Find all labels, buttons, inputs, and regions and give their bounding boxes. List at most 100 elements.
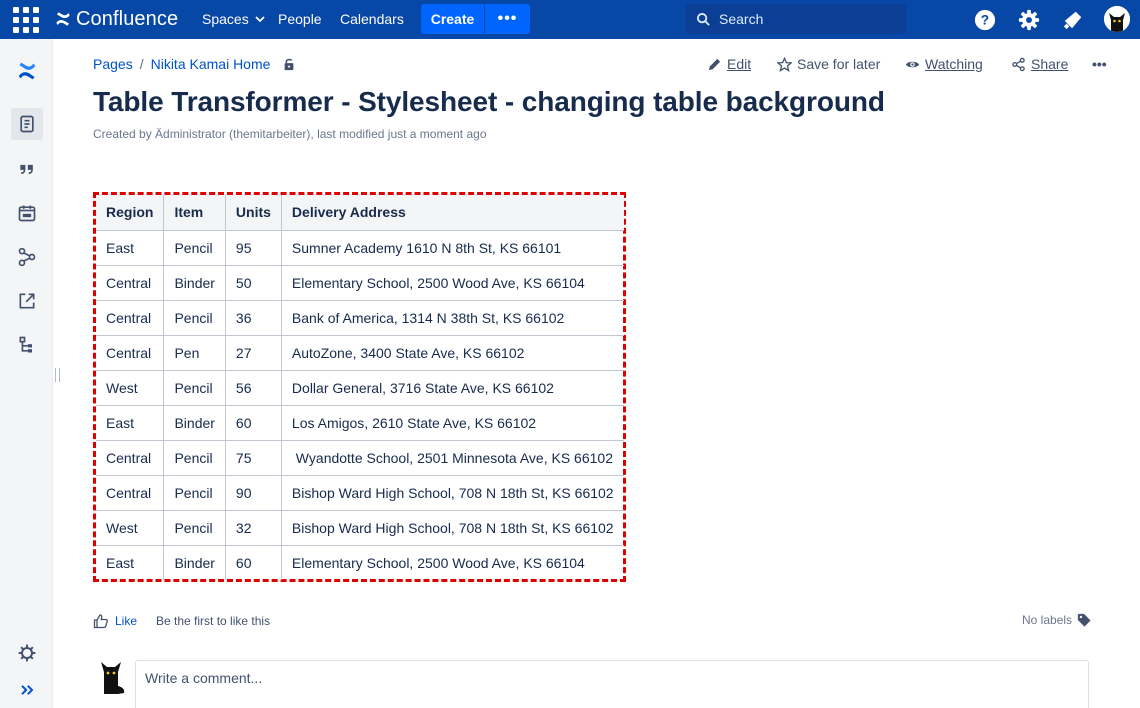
megaphone-icon[interactable]	[1061, 8, 1085, 32]
labels-text: No labels	[1022, 613, 1073, 627]
search-input[interactable]: Search	[686, 4, 906, 34]
eye-icon	[905, 61, 920, 67]
table-cell: Pencil	[163, 509, 226, 546]
search-icon	[696, 12, 710, 26]
thumbs-up-icon[interactable]	[93, 613, 109, 629]
like-section: Like Be the first to like this	[93, 613, 270, 629]
table-cell: Central	[96, 264, 165, 301]
edit-button[interactable]: Edit	[707, 56, 751, 72]
calendars-label: Calendars	[340, 11, 404, 27]
table-cell: 50	[224, 264, 282, 301]
help-icon[interactable]: ?	[973, 8, 997, 32]
page-tree-icon[interactable]	[11, 329, 43, 361]
comment-input[interactable]: Write a comment...	[135, 660, 1089, 708]
table-cell: Elementary School, 2500 Wood Ave, KS 661…	[280, 264, 624, 301]
column-header: Item	[163, 195, 226, 231]
expand-sidebar-icon[interactable]	[11, 674, 43, 706]
table-row: Central Pencil 75 Wyandotte School, 2501 M…	[96, 439, 624, 476]
table-row: Central Pencil 36 Bank of America, 1314 N 3…	[96, 299, 624, 336]
pages-icon[interactable]	[11, 108, 43, 140]
table-container: Region Item Units Delivery Address East P…	[93, 192, 626, 582]
table-cell: East	[96, 229, 165, 266]
edit-label: Edit	[727, 56, 752, 72]
table-cell: Binder	[163, 264, 226, 301]
share-icon	[1012, 57, 1025, 71]
table-row: Central Pen 27 AutoZone, 3400 State Ave, KS…	[96, 334, 624, 371]
page-actions: Edit Save for later Watching Share •••	[0, 56, 1140, 76]
table-cell: East	[96, 544, 165, 580]
table-cell: 27	[224, 334, 282, 371]
gear-icon[interactable]	[1017, 8, 1041, 32]
like-button[interactable]: Like	[115, 614, 137, 628]
table-cell: Pencil	[163, 439, 226, 476]
top-navigation: Confluence Spaces People Calendars Creat…	[0, 0, 1140, 39]
table-cell: Dollar General, 3716 State Ave, KS 66102	[280, 369, 624, 406]
table-cell: Pen	[163, 334, 226, 371]
app-switcher-icon[interactable]	[13, 7, 39, 33]
table-cell: Wyandotte School, 2501 Minnesota Ave, KS…	[280, 439, 624, 476]
data-table: Region Item Units Delivery Address East P…	[96, 195, 624, 580]
table-cell: 95	[224, 229, 282, 266]
like-status: Be the first to like this	[156, 614, 271, 628]
table-cell: 56	[224, 369, 282, 406]
table-cell: Pencil	[163, 229, 226, 266]
table-cell: Elementary School, 2500 Wood Ave, KS 661…	[280, 544, 624, 580]
quote-icon[interactable]	[11, 153, 43, 185]
table-cell: AutoZone, 3400 State Ave, KS 66102	[280, 334, 624, 371]
commenter-avatar	[96, 660, 126, 694]
table-cell: 32	[224, 509, 282, 546]
column-header: Delivery Address	[280, 195, 624, 231]
calendar-icon[interactable]	[11, 197, 43, 229]
svg-text:?: ?	[981, 13, 989, 28]
star-icon	[777, 56, 792, 72]
table-cell: 36	[224, 299, 282, 336]
table-cell: 75	[224, 439, 282, 476]
table-row: West Pencil 32 Bishop Ward High School, 708…	[96, 509, 624, 546]
left-sidebar	[0, 39, 53, 708]
table-cell: Central	[96, 439, 165, 476]
search-placeholder: Search	[719, 11, 764, 27]
table-row: Central Binder 50 Elementary School, 2500 W…	[96, 264, 624, 301]
table-cell: Binder	[163, 544, 226, 580]
table-row: West Pencil 56 Dollar General, 3716 State A…	[96, 369, 624, 406]
table-cell: Central	[96, 299, 165, 336]
table-cell: Pencil	[163, 369, 226, 406]
create-button[interactable]: Create	[421, 4, 484, 34]
column-header: Units	[224, 195, 282, 231]
calendars-link[interactable]: Calendars	[340, 11, 404, 27]
people-label: People	[278, 11, 322, 27]
watching-button[interactable]: Watching	[905, 56, 983, 72]
page-title: Table Transformer - Stylesheet - changin…	[93, 86, 885, 117]
space-settings-icon[interactable]	[11, 637, 43, 669]
table-cell: West	[96, 509, 165, 546]
table-cell: 60	[224, 544, 282, 580]
labels-section: No labels	[1022, 613, 1091, 627]
table-row: East Pencil 95 Sumner Academy 1610 N 8th St…	[96, 229, 624, 266]
spaces-label: Spaces	[202, 11, 249, 27]
save-for-later-label: Save for later	[797, 56, 881, 72]
people-link[interactable]: People	[278, 11, 322, 27]
pencil-icon	[708, 58, 721, 70]
spaces-menu[interactable]: Spaces	[202, 11, 265, 27]
table-cell: 90	[224, 474, 282, 511]
avatar[interactable]	[1104, 6, 1130, 32]
confluence-logo-icon	[56, 12, 70, 26]
table-row: Central Pencil 90 Bishop Ward High School, …	[96, 474, 624, 511]
share-button[interactable]: Share	[1011, 56, 1068, 72]
more-actions-button[interactable]: •••	[1092, 56, 1107, 72]
table-cell: Bishop Ward High School, 708 N 18th St, …	[280, 509, 624, 546]
column-header: Region	[96, 195, 165, 231]
confluence-logo[interactable]: Confluence	[54, 7, 178, 31]
workflow-icon[interactable]	[11, 241, 43, 273]
save-for-later-button[interactable]: Save for later	[777, 56, 880, 72]
table-cell: Central	[96, 334, 165, 371]
table-cell: Pencil	[163, 299, 226, 336]
table-cell: East	[96, 404, 165, 441]
label-tag-icon[interactable]	[1077, 613, 1091, 627]
external-link-icon[interactable]	[11, 285, 43, 317]
table-cell: Pencil	[163, 474, 226, 511]
create-more-button[interactable]: •••	[485, 4, 530, 34]
brand-name: Confluence	[76, 7, 179, 30]
sidebar-resize-handle[interactable]	[55, 368, 60, 382]
table-header-row: Region Item Units Delivery Address	[96, 195, 624, 231]
